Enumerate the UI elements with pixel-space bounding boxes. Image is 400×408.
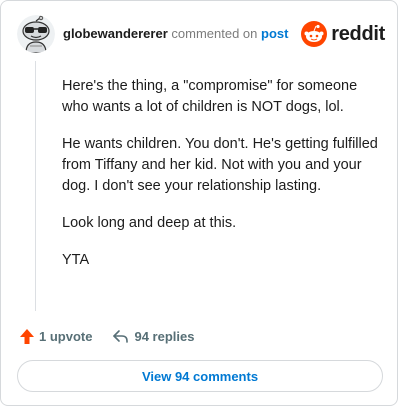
thread-line bbox=[35, 61, 36, 311]
reddit-snoo-icon bbox=[301, 21, 328, 47]
comment-meta: globewandererer commented on post bbox=[63, 26, 288, 42]
reddit-logo[interactable]: reddit bbox=[301, 21, 385, 47]
username[interactable]: globewandererer bbox=[63, 26, 168, 41]
comment-body: Here's the thing, a "compromise" for som… bbox=[62, 76, 380, 287]
upvote-button[interactable]: 1 upvote bbox=[19, 328, 92, 345]
comment-paragraph: He wants children. You don't. He's getti… bbox=[62, 136, 378, 194]
replies-button[interactable]: 94 replies bbox=[112, 329, 194, 344]
comment-header: globewandererer commented on post reddit bbox=[17, 15, 385, 53]
post-link[interactable]: post bbox=[261, 26, 288, 41]
replies-count: 94 replies bbox=[134, 328, 195, 344]
reply-arrow-icon bbox=[113, 329, 129, 343]
view-comments-button[interactable]: View 94 comments bbox=[17, 360, 383, 392]
comment-card: globewandererer commented on post reddit… bbox=[0, 0, 398, 406]
comment-paragraph: Here's the thing, a "compromise" for som… bbox=[62, 78, 358, 115]
snoo-avatar-icon bbox=[17, 15, 55, 53]
avatar[interactable] bbox=[17, 15, 55, 53]
action-text: commented on bbox=[171, 26, 258, 41]
reddit-wordmark: reddit bbox=[331, 22, 385, 45]
comment-actions: 1 upvote 94 replies bbox=[19, 327, 194, 345]
upvote-arrow-icon bbox=[20, 328, 34, 344]
upvote-count: 1 upvote bbox=[39, 328, 93, 344]
comment-paragraph: Look long and deep at this. bbox=[62, 215, 237, 231]
comment-paragraph: YTA bbox=[62, 252, 90, 268]
